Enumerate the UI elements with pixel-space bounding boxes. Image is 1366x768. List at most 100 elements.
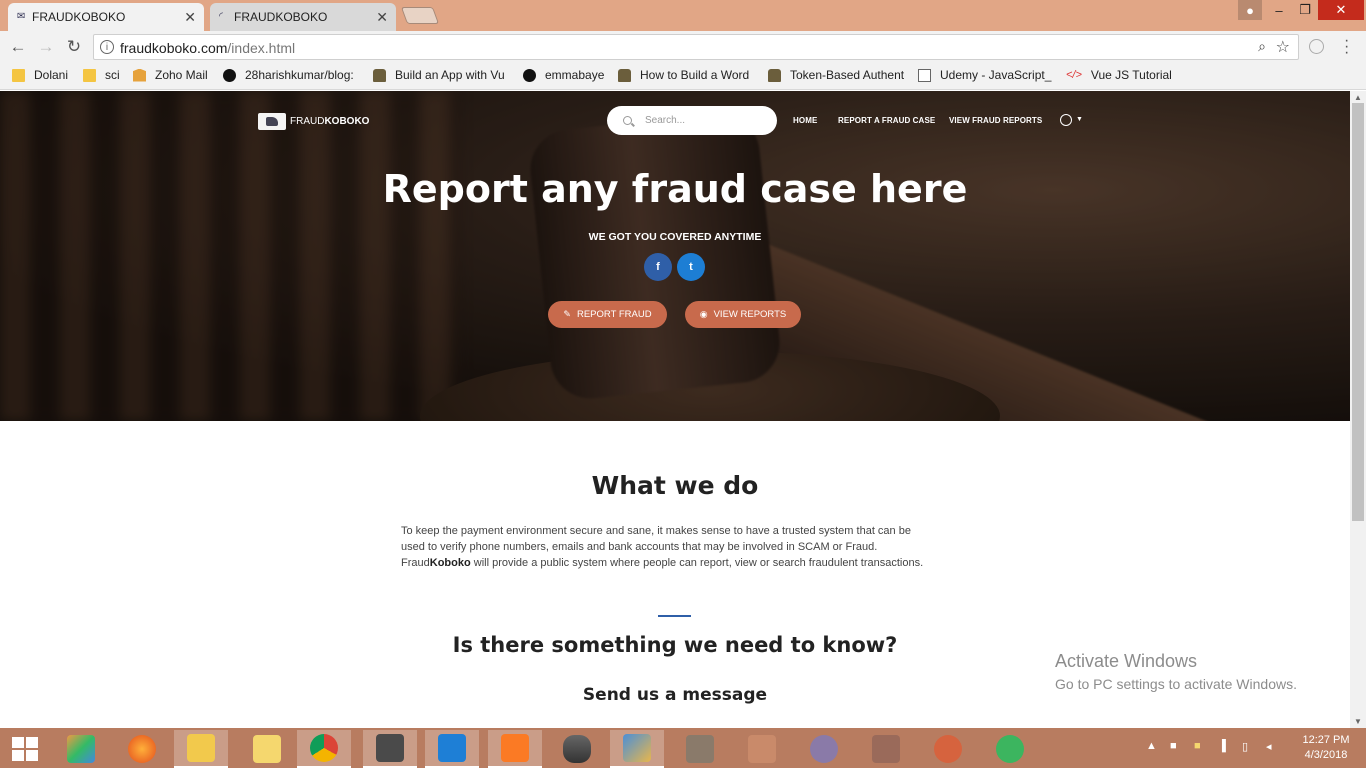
nav-view-fraud-reports[interactable]: VIEW FRAUD REPORTS xyxy=(949,116,1042,125)
url-path: /index.html xyxy=(227,40,296,56)
bookmark-label: Udemy - JavaScript_ xyxy=(940,68,1052,82)
browser-menu-icon[interactable]: · · · xyxy=(1344,33,1349,61)
database-icon[interactable] xyxy=(550,730,604,768)
vscode-icon[interactable] xyxy=(425,730,479,768)
about-brand-bold: Koboko xyxy=(429,557,471,569)
git-icon[interactable] xyxy=(610,730,664,768)
bookmark-label: How to Build a Word xyxy=(640,68,750,82)
view-reports-button[interactable]: ◉ VIEW REPORTS xyxy=(685,301,801,328)
bookmark-label: emmabaye xyxy=(545,68,605,82)
site-info-icon[interactable]: i xyxy=(100,40,114,54)
scroll-up-arrow-icon[interactable]: ▲ xyxy=(1354,93,1362,102)
bookmark-token-auth[interactable]: Token-Based Authent xyxy=(768,68,904,82)
search-placeholder: Search... xyxy=(645,115,686,126)
bookmark-udemy-javascript[interactable]: Udemy - JavaScript_ xyxy=(918,68,1051,82)
tor-icon[interactable] xyxy=(797,730,851,768)
forward-arrow-icon[interactable]: → xyxy=(36,37,56,57)
bookmark-label: 28harishkumar/blog: xyxy=(245,68,354,82)
twitter-icon[interactable]: t xyxy=(677,253,705,281)
bookmark-dolani[interactable]: Dolani xyxy=(12,68,68,82)
tab-fraudkoboko[interactable]: ◜ FRAUDKOBOKO ✕ xyxy=(210,3,396,31)
bookmark-build-app-vue[interactable]: Build an App with Vu xyxy=(373,68,505,82)
caret-down-icon[interactable]: ▼ xyxy=(1076,116,1083,123)
windows-start-icon[interactable] xyxy=(12,737,38,761)
address-bar[interactable]: i fraudkoboko.com/index.html ⌕ ☆ xyxy=(93,34,1299,60)
report-fraud-label: REPORT FRAUD xyxy=(576,309,652,320)
eye-icon: ◉ xyxy=(699,309,708,319)
site-search-input[interactable]: Search... xyxy=(607,106,777,135)
bookmark-star-icon[interactable]: ☆ xyxy=(1276,37,1290,57)
chrome-icon[interactable] xyxy=(297,730,351,768)
bookmark-label: Dolani xyxy=(34,68,69,82)
url-host: fraudkoboko.com xyxy=(120,40,228,56)
new-tab-button[interactable] xyxy=(400,7,440,24)
scroll-down-arrow-icon[interactable]: ▼ xyxy=(1354,717,1362,726)
logo-bold: KOBOKO xyxy=(324,116,370,127)
bookmark-label: Zoho Mail xyxy=(155,68,208,82)
back-arrow-icon[interactable]: ← xyxy=(8,37,28,57)
paint-icon[interactable] xyxy=(54,730,108,768)
report-fraud-button[interactable]: ✎ REPORT FRAUD xyxy=(548,301,667,328)
watermark-line2: Go to PC settings to activate Windows. xyxy=(1055,676,1297,692)
close-tab-icon[interactable]: ✕ xyxy=(376,9,388,26)
tab-title: FRAUDKOBOKO xyxy=(32,10,126,24)
tray-app-icon[interactable]: ■ xyxy=(1170,740,1177,752)
zoom-icon[interactable]: ⌕ xyxy=(1258,38,1266,55)
volume-icon[interactable]: ◂ xyxy=(1266,740,1272,753)
postman-icon[interactable] xyxy=(921,730,975,768)
browser-toolbar: ← → ↻ i fraudkoboko.com/index.html ⌕ ☆ ·… xyxy=(0,31,1366,63)
firefox-icon[interactable] xyxy=(115,730,169,768)
mug-icon xyxy=(373,68,386,82)
whatsapp-icon[interactable] xyxy=(983,730,1037,768)
network-icon[interactable]: ▐ xyxy=(1218,740,1226,752)
page-viewport: FRAUD KOBOKO Search... HOME REPORT A FRAU… xyxy=(0,91,1350,728)
bookmark-sci[interactable]: sci xyxy=(83,68,120,82)
xampp-icon[interactable] xyxy=(488,730,542,768)
bookmark-build-word[interactable]: How to Build a Word xyxy=(618,68,749,82)
bookmark-vue-js-tutorial[interactable]: </> Vue JS Tutorial xyxy=(1066,68,1172,82)
restore-button[interactable]: ❐ xyxy=(1292,0,1318,20)
nav-report-fraud-case[interactable]: REPORT A FRAUD CASE xyxy=(838,116,935,125)
user-account-icon[interactable] xyxy=(1060,114,1072,126)
mug-icon xyxy=(618,68,631,82)
clock-date: 4/3/2018 xyxy=(1304,749,1348,761)
nav-home[interactable]: HOME xyxy=(793,116,817,125)
mail-icon xyxy=(133,68,146,82)
bookmark-zoho-mail[interactable]: Zoho Mail xyxy=(133,68,208,82)
windows-taskbar: ▲ ■ ■ ▐ ▯ ◂ 12:27 PM 4/3/2018 xyxy=(0,728,1366,768)
bookmark-emmabaye[interactable]: emmabaye xyxy=(523,68,604,82)
close-window-button[interactable]: ✕ xyxy=(1318,0,1364,20)
folder-icon xyxy=(12,68,25,82)
facebook-icon[interactable]: f xyxy=(644,253,672,281)
github-icon xyxy=(523,68,536,82)
section-divider xyxy=(658,615,691,617)
battery-icon[interactable]: ▯ xyxy=(1242,740,1248,753)
sublime-alt-icon[interactable] xyxy=(673,730,727,768)
xampp-alt-icon[interactable] xyxy=(735,730,789,768)
close-tab-icon[interactable]: ✕ xyxy=(184,9,196,26)
profile-icon[interactable]: ● xyxy=(1238,0,1262,20)
edit-icon: ✎ xyxy=(563,309,571,319)
about-paragraph: To keep the payment environment secure a… xyxy=(401,523,936,571)
folder-icon xyxy=(83,68,96,82)
tray-notes-icon[interactable]: ■ xyxy=(1194,740,1201,752)
bookmark-harishkumar-blog[interactable]: 28harishkumar/blog: xyxy=(223,68,354,82)
extension-icon[interactable] xyxy=(1309,39,1324,54)
code-icon: </> xyxy=(1066,69,1082,81)
tray-overflow-icon[interactable]: ▲ xyxy=(1146,740,1157,752)
minimize-button[interactable]: – xyxy=(1266,0,1292,20)
tab-fraudkoboko-active[interactable]: ✉ FRAUDKOBOKO ✕ xyxy=(8,3,204,31)
reload-icon[interactable]: ↻ xyxy=(64,37,84,57)
loading-favicon-icon: ◜ xyxy=(219,11,223,22)
page-scrollbar[interactable]: ▲ ▼ xyxy=(1350,91,1366,728)
site-logo[interactable]: FRAUD KOBOKO xyxy=(258,113,369,130)
git-gui-icon[interactable] xyxy=(859,730,913,768)
hero-overlay xyxy=(0,91,1350,421)
scrollbar-thumb[interactable] xyxy=(1352,103,1364,521)
sublime-icon[interactable] xyxy=(363,730,417,768)
sticky-notes-icon[interactable] xyxy=(240,730,294,768)
logo-prefix: FRAUD xyxy=(290,116,325,127)
about-text-part2: will provide a public system where peopl… xyxy=(470,557,924,569)
system-clock[interactable]: 12:27 PM 4/3/2018 xyxy=(1296,733,1356,763)
file-explorer-icon[interactable] xyxy=(174,730,228,768)
